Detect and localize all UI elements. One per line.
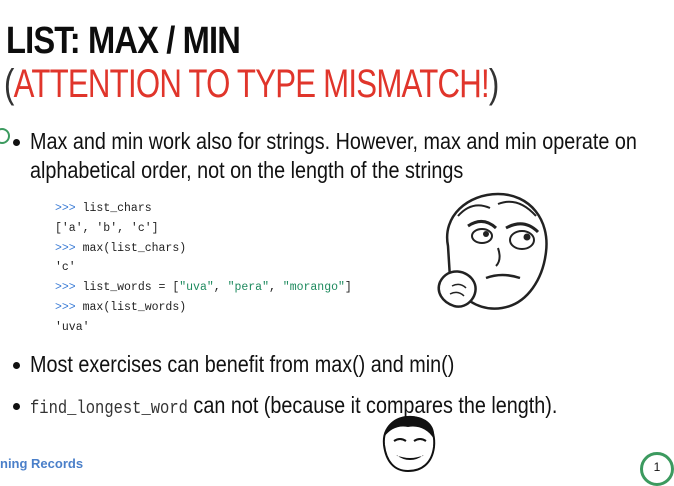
code-text: list_chars [82, 202, 152, 215]
grinning-face-meme [382, 415, 436, 472]
slide-subtitle: (ATTENTION TO TYPE MISMATCH!) [4, 62, 499, 107]
code-text: list_words = [ [82, 281, 180, 295]
bullet-2-text: Most exercises can benefit from max() an… [30, 351, 455, 377]
code-line: >>> list_words = ["uva", "pera", "morang… [55, 281, 352, 295]
code-output: ['a', 'b', 'c'] [55, 221, 159, 235]
code-line: 'c' [55, 258, 352, 278]
code-string: "pera" [227, 281, 269, 295]
code-line: >>> max(list_chars) [55, 239, 352, 259]
slide-edge-marker [0, 128, 10, 144]
footer-caption: ning Records [0, 456, 84, 471]
bullet-1-line-1: Max and min work also for strings. Howev… [30, 128, 637, 154]
bullet-3-code: find_longest_word [30, 399, 188, 419]
subtitle-text: ATTENTION TO TYPE MISMATCH! [13, 62, 490, 106]
page-number-badge: 1 [640, 452, 674, 486]
slide-title: LIST: MAX / MIN [6, 20, 241, 62]
thinking-face-meme [437, 192, 548, 310]
code-line: >>> max(list_words) [55, 298, 352, 318]
code-output: 'uva' [55, 320, 90, 334]
code-prompt: >>> [55, 241, 83, 255]
bullet-3: find_longest_word can not (because it co… [30, 392, 557, 419]
bullet-1-line-2: alphabetical order, not on the length of… [30, 157, 464, 183]
code-prompt: >>> [55, 202, 83, 215]
code-string: "uva" [179, 281, 214, 295]
code-prompt: >>> [55, 300, 83, 314]
code-prompt: >>> [55, 281, 83, 295]
code-example: >>> list_chars ['a', 'b', 'c'] >>> max(l… [55, 199, 352, 338]
bullet-dot [13, 403, 20, 410]
code-text: max(list_chars) [82, 241, 187, 255]
code-string: "morango" [282, 281, 345, 295]
code-line: 'uva' [55, 318, 352, 338]
code-line: ['a', 'b', 'c'] [55, 219, 352, 239]
bullet-3-text: can not (because it compares the length)… [187, 392, 558, 418]
code-text: ] [344, 281, 352, 295]
subtitle-close-paren: ) [488, 62, 499, 106]
bullet-dot [13, 362, 20, 369]
subtitle-open-paren: ( [4, 62, 14, 106]
code-text: max(list_words) [82, 300, 187, 314]
code-line: >>> list_chars [55, 199, 352, 219]
code-output: 'c' [55, 261, 76, 275]
bullet-dot [13, 139, 20, 146]
